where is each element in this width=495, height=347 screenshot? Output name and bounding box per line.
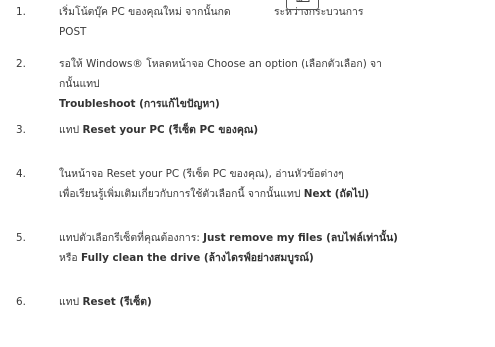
step-number: 4. (16, 168, 26, 180)
step-text: แทปตัวเลือกรีเซ็ตที่คุณต้องการ: Just rem… (59, 228, 493, 268)
step-number: 5. (16, 232, 26, 244)
step-3-bold-option: Reset your PC (รีเซ็ต PC ของคุณ) (82, 124, 259, 136)
step-4-line-2-text: เพื่อเรียนรู้เพิ่มเติมเกี่ยวกับการใช้ตัว… (59, 188, 301, 200)
step-5-line-1-text: แทปตัวเลือกรีเซ็ตที่คุณต้องการ: (59, 232, 200, 244)
step-6-bold-option: Reset (รีเซ็ต) (82, 296, 152, 308)
step-text: เริ่มโน้ตบุ๊ค PC ของคุณใหม่ จากนั้นกด ระ… (59, 0, 493, 42)
step-number: 2. (16, 58, 26, 70)
step-4-line-1: ในหน้าจอ Reset your PC (รีเซ็ต PC ของคุณ… (59, 168, 344, 180)
keyboard-key-icon (286, 0, 319, 10)
step-5-bold-option-2: Fully clean the drive (ล้างไดรฟ์อย่างสมบ… (80, 252, 314, 264)
step-2-line-2: กนั้นแทป (59, 78, 100, 90)
step-text: แทป Reset (รีเซ็ต) (59, 292, 493, 312)
step-number: 3. (16, 124, 26, 136)
step-3-text: แทป (59, 124, 80, 136)
step-text: ในหน้าจอ Reset your PC (รีเซ็ต PC ของคุณ… (59, 164, 493, 204)
step-4-bold-option: Next (ถัดไป) (303, 188, 370, 200)
step-number: 6. (16, 296, 26, 308)
step-text: รอให้ Windows® โหลดหน้าจอ Choose an opti… (59, 54, 493, 114)
step-2-line-1: รอให้ Windows® โหลดหน้าจอ Choose an opti… (59, 58, 382, 70)
step-1-line-2: POST (59, 26, 87, 38)
step-5-bold-option-1: Just remove my files (ลบไฟล์เท่านั้น) (203, 232, 398, 244)
step-2-bold-option: Troubleshoot (การแก้ไขปัญหา) (59, 98, 220, 110)
step-number: 1. (16, 6, 26, 18)
step-6-text: แทป (59, 296, 80, 308)
document-page: 1. เริ่มโน้ตบุ๊ค PC ของคุณใหม่ จากนั้นกด… (0, 0, 495, 347)
step-5-line-2-text: หรือ (59, 252, 78, 264)
step-text: แทป Reset your PC (รีเซ็ต PC ของคุณ) (59, 120, 493, 140)
step-1-text-before-key: เริ่มโน้ตบุ๊ค PC ของคุณใหม่ จากนั้นกด (59, 6, 231, 18)
